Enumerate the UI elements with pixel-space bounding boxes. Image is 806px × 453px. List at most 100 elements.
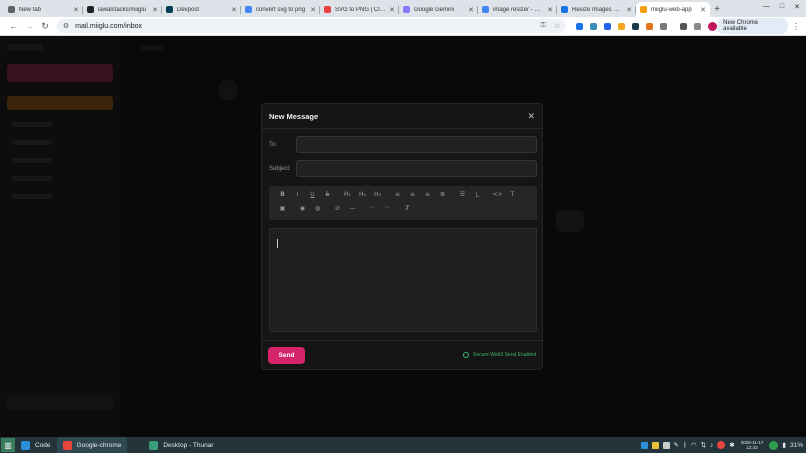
address-bar[interactable]: ⚙ mail.miiglu.com/inbox ⚿ ☆ [56,19,567,33]
battery-icon[interactable]: ▮ [782,441,786,449]
browser-tab[interactable]: convert svg to png ✕ [241,2,320,17]
browser-tab[interactable]: image resizer - Goo ✕ [478,2,557,17]
tab-title: convert svg to png [256,6,306,13]
underline-button[interactable]: U [305,191,320,198]
sidepanel-icon[interactable] [694,22,702,30]
text-size-button[interactable]: T [505,191,520,198]
italic-button[interactable]: I [290,191,305,198]
align-justify-button[interactable]: ≣ [435,191,450,198]
strikethrough-button[interactable]: S [320,191,335,198]
close-tab-icon[interactable]: ✕ [73,6,79,14]
close-tab-icon[interactable]: ✕ [231,6,237,14]
browser-tab[interactable]: Google Gemini ✕ [399,2,478,17]
bluetooth-icon[interactable]: ✱ [729,441,734,449]
chrome-menu-icon[interactable]: ⋮ [792,22,800,31]
code-button[interactable]: <> [490,191,505,198]
taskbar-item[interactable]: Google-chrome [56,437,128,453]
align-left-button[interactable]: ≡ [390,191,405,198]
metamask-icon[interactable] [646,22,654,30]
notification-icon[interactable] [769,440,779,450]
browser-tab[interactable]: Devpost ✕ [162,2,241,17]
heading2-button[interactable]: H₂ [355,191,370,198]
site-info-icon[interactable]: ⚙ [63,22,69,30]
tab-title: lawalstacks/miiglu [98,6,147,13]
wifi-icon[interactable]: ◠ [691,441,697,449]
bookmark-star-icon[interactable]: ☆ [554,22,560,30]
chrome-tray-icon[interactable] [717,441,726,449]
browser-tab[interactable]: SVG to PNG | Cloud ✕ [320,2,399,17]
browser-tab[interactable]: miiglu-web-app ✕ [636,2,710,17]
link-button[interactable]: ⊘ [330,205,345,212]
heading1-button[interactable]: H₁ [340,191,355,198]
close-tab-icon[interactable]: ✕ [152,6,158,14]
close-tab-icon[interactable]: ✕ [547,6,553,14]
maximize-icon[interactable]: □ [780,3,784,11]
message-body-editor[interactable] [269,228,537,332]
secure-send-text: Secure Web3 Send Enabled [472,352,536,358]
profile-avatar[interactable] [708,21,718,31]
heading3-button[interactable]: H₃ [370,191,385,198]
bold-button[interactable]: B [275,191,290,198]
subject-field[interactable] [296,160,537,177]
tab-title: New tab [19,6,42,13]
redo-button[interactable]: ↷ [380,205,395,212]
taskbar-item[interactable]: Desktop - Thunar [143,437,219,453]
text-color-button[interactable]: ◉ [295,205,310,212]
tray-window-icon[interactable] [640,441,648,449]
extension-dark-icon[interactable] [632,22,640,30]
google-icon [482,6,489,13]
taskbar-item[interactable]: Code [15,437,57,453]
tab-title: Devpost [177,6,200,13]
extensions-puzzle-icon[interactable] [660,22,668,30]
align-right-button[interactable]: ≡ [420,191,435,198]
reload-icon[interactable]: ↻ [37,21,53,32]
taskbar-app-icon [21,440,30,450]
bullet-list-button[interactable]: ☰ [455,191,470,198]
download-icon[interactable] [680,22,688,30]
highlight-button[interactable]: ◍ [310,205,325,212]
network-icon[interactable]: ⇅ [701,441,706,449]
clear-format-button[interactable]: T̸ [400,205,415,212]
tray-note-icon[interactable] [651,441,659,449]
to-field[interactable] [296,136,537,153]
close-tab-icon[interactable]: ✕ [626,6,632,14]
extension-translate-icon[interactable] [576,22,584,30]
extension-orange-icon[interactable] [618,22,626,30]
tray-bluetooth-icon[interactable]: ᛒ [683,442,687,449]
browser-tab[interactable]: Resize Images Onli ✕ [557,2,636,17]
close-tab-icon[interactable]: ✕ [310,6,316,14]
back-icon[interactable]: ← [6,21,22,31]
close-tab-icon[interactable]: ✕ [468,6,474,14]
ordered-list-button[interactable]: ⒈ [470,190,485,199]
tray-pen-icon[interactable]: ✎ [674,441,679,449]
taskbar-item-label: Desktop - Thunar [163,441,214,449]
close-tab-icon[interactable]: ✕ [389,6,395,14]
resize-icon [561,6,568,13]
image-button[interactable]: ▣ [275,205,290,212]
close-icon[interactable]: ✕ [527,111,535,122]
minimize-icon[interactable]: — [763,3,770,11]
close-window-icon[interactable]: ✕ [794,3,800,11]
to-label: To: [269,141,278,148]
undo-button[interactable]: ↶ [365,205,380,212]
tray-clipboard-icon[interactable] [662,441,670,449]
clock[interactable]: 2025-11-17 12:43 [741,440,764,450]
browser-tab[interactable]: New tab ✕ [4,2,83,17]
toolbar-row-2: ▣ ◉ ◍ ⊘ — ↶ ↷ T̸ [275,205,415,212]
forward-icon[interactable]: → [22,21,38,31]
extension-pen-icon[interactable] [590,22,598,30]
new-chrome-available-button[interactable]: New Chrome available [717,18,789,34]
new-tab-icon[interactable]: + [710,2,724,17]
app-menu-icon[interactable]: ▥ [1,438,15,452]
shield-check-icon [462,352,469,358]
extension-blue-icon[interactable] [604,22,612,30]
browser-tab[interactable]: lawalstacks/miiglu ✕ [83,2,162,17]
close-tab-icon[interactable]: ✕ [700,6,706,14]
volume-icon[interactable]: ♪ [710,442,713,449]
key-icon[interactable]: ⚿ [541,22,546,30]
cloudconvert-icon [324,6,331,13]
send-button[interactable]: Send [268,347,305,364]
align-center-button[interactable]: ≡ [405,191,420,198]
horizontal-rule-button[interactable]: — [345,205,360,212]
url-text: mail.miiglu.com/inbox [75,22,143,30]
